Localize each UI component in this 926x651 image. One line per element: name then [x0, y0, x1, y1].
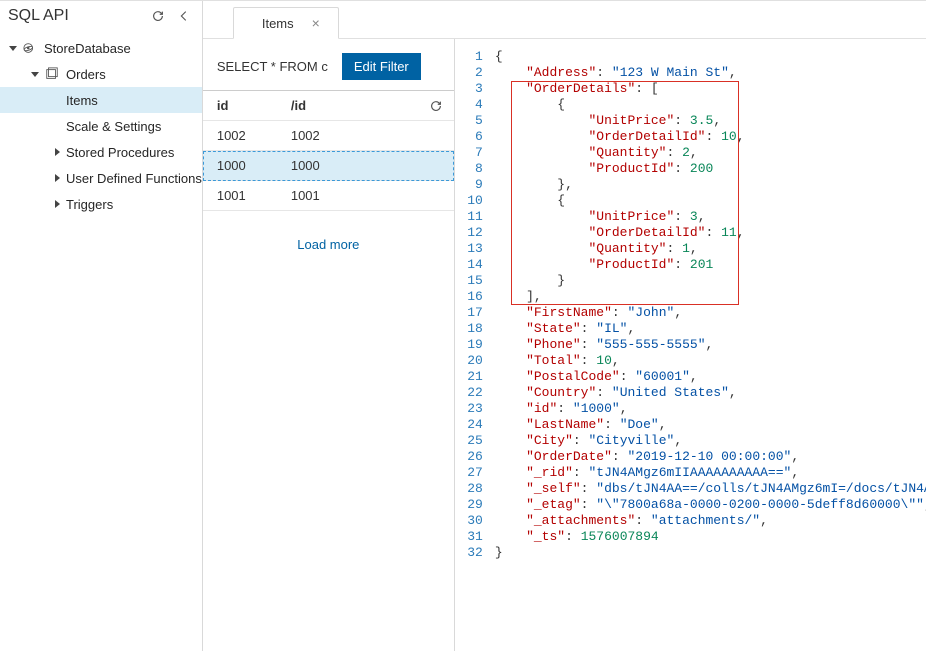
grid-header: id /id — [203, 91, 454, 121]
close-icon[interactable]: × — [312, 16, 320, 30]
query-row: SELECT * FROM c Edit Filter — [203, 53, 454, 90]
load-more: Load more — [203, 211, 454, 278]
code-line: { — [495, 193, 926, 209]
grid-col-id[interactable]: id — [203, 98, 289, 113]
code-line: "FirstName": "John", — [495, 305, 926, 321]
code-line: "OrderDetailId": 11, — [495, 225, 926, 241]
cell-id: 1001 — [203, 188, 289, 203]
code-line: "Country": "United States", — [495, 385, 926, 401]
code-line: "OrderDetails": [ — [495, 81, 926, 97]
collapse-icon[interactable] — [176, 8, 192, 24]
sidebar: SQL API StoreDatabase — [0, 1, 203, 651]
caret-down-icon — [8, 44, 18, 52]
refresh-icon[interactable] — [150, 8, 166, 24]
code-line: "UnitPrice": 3, — [495, 209, 926, 225]
editor-code[interactable]: { "Address": "123 W Main St", "OrderDeta… — [495, 49, 926, 651]
caret-right-icon — [52, 200, 62, 208]
tree-node-label: Orders — [66, 67, 106, 82]
tree-node-label: StoreDatabase — [44, 41, 131, 56]
items-grid: id /id 100210021000100010011001 — [203, 90, 454, 211]
content: SELECT * FROM c Edit Filter id /id 10021… — [203, 39, 926, 651]
code-line: "City": "Cityville", — [495, 433, 926, 449]
grid-row[interactable]: 10011001 — [203, 181, 454, 211]
caret-down-icon — [30, 70, 40, 78]
refresh-icon[interactable] — [428, 98, 444, 114]
tree-node-scale-settings[interactable]: Scale & Settings — [0, 113, 202, 139]
grid-row[interactable]: 10001000 — [203, 151, 454, 181]
items-panel: SELECT * FROM c Edit Filter id /id 10021… — [203, 39, 455, 651]
tree-node-label: User Defined Functions — [66, 171, 202, 186]
edit-filter-button[interactable]: Edit Filter — [342, 53, 421, 80]
code-line: "_etag": "\"7800a68a-0000-0200-0000-5def… — [495, 497, 926, 513]
code-line: "_self": "dbs/tJN4AA==/colls/tJN4AMgz6mI… — [495, 481, 926, 497]
code-line: } — [495, 545, 926, 561]
code-line: }, — [495, 177, 926, 193]
tree-node-database[interactable]: StoreDatabase — [0, 35, 202, 61]
sidebar-header: SQL API — [0, 1, 202, 29]
tree-node-triggers[interactable]: Triggers — [0, 191, 202, 217]
code-line: "Total": 10, — [495, 353, 926, 369]
tree-node-label: Items — [66, 93, 98, 108]
tree-node-stored-procedures[interactable]: Stored Procedures — [0, 139, 202, 165]
code-line: "ProductId": 201 — [495, 257, 926, 273]
query-text: SELECT * FROM c — [217, 59, 328, 74]
caret-right-icon — [52, 174, 62, 182]
code-line: "Quantity": 2, — [495, 145, 926, 161]
code-line: "State": "IL", — [495, 321, 926, 337]
editor-gutter: 1234567891011121314151617181920212223242… — [455, 49, 495, 651]
code-line: "Address": "123 W Main St", — [495, 65, 926, 81]
tree-node-items[interactable]: Items — [0, 87, 202, 113]
tree-node-label: Stored Procedures — [66, 145, 174, 160]
tab-items[interactable]: Items × — [233, 7, 339, 39]
code-line: "_ts": 1576007894 — [495, 529, 926, 545]
grid-row[interactable]: 10021002 — [203, 121, 454, 151]
code-line: "id": "1000", — [495, 401, 926, 417]
code-line: "OrderDate": "2019-12-10 00:00:00", — [495, 449, 926, 465]
container-icon — [44, 66, 60, 82]
code-line: "PostalCode": "60001", — [495, 369, 926, 385]
cell-id: 1002 — [203, 128, 289, 143]
cell-partition: 1001 — [289, 188, 454, 203]
code-line: "_rid": "tJN4AMgz6mIIAAAAAAAAAA==", — [495, 465, 926, 481]
tree-node-user-defined-functions[interactable]: User Defined Functions — [0, 165, 202, 191]
cell-id: 1000 — [203, 158, 289, 173]
app-root: SQL API StoreDatabase — [0, 0, 926, 651]
cell-partition: 1002 — [289, 128, 454, 143]
load-more-link[interactable]: Load more — [297, 237, 359, 252]
main: Items × SELECT * FROM c Edit Filter id /… — [203, 1, 926, 651]
database-icon — [22, 40, 38, 56]
resource-tree: StoreDatabase Orders Items Scale & Settin… — [0, 29, 202, 217]
code-line: "LastName": "Doe", — [495, 417, 926, 433]
sidebar-title: SQL API — [8, 7, 69, 25]
tree-node-container[interactable]: Orders — [0, 61, 202, 87]
tab-label: Items — [262, 16, 294, 31]
json-editor[interactable]: 1234567891011121314151617181920212223242… — [455, 39, 926, 651]
tabbar: Items × — [203, 1, 926, 39]
code-line: "OrderDetailId": 10, — [495, 129, 926, 145]
code-line: "UnitPrice": 3.5, — [495, 113, 926, 129]
tree-node-label: Triggers — [66, 197, 113, 212]
code-line: "_attachments": "attachments/", — [495, 513, 926, 529]
code-line: "ProductId": 200 — [495, 161, 926, 177]
caret-right-icon — [52, 148, 62, 156]
code-line: "Quantity": 1, — [495, 241, 926, 257]
tree-node-label: Scale & Settings — [66, 119, 161, 134]
sidebar-header-icons — [150, 8, 192, 24]
code-line: "Phone": "555-555-5555", — [495, 337, 926, 353]
code-line: { — [495, 49, 926, 65]
code-line: { — [495, 97, 926, 113]
cell-partition: 1000 — [289, 158, 454, 173]
code-line: ], — [495, 289, 926, 305]
code-line: } — [495, 273, 926, 289]
